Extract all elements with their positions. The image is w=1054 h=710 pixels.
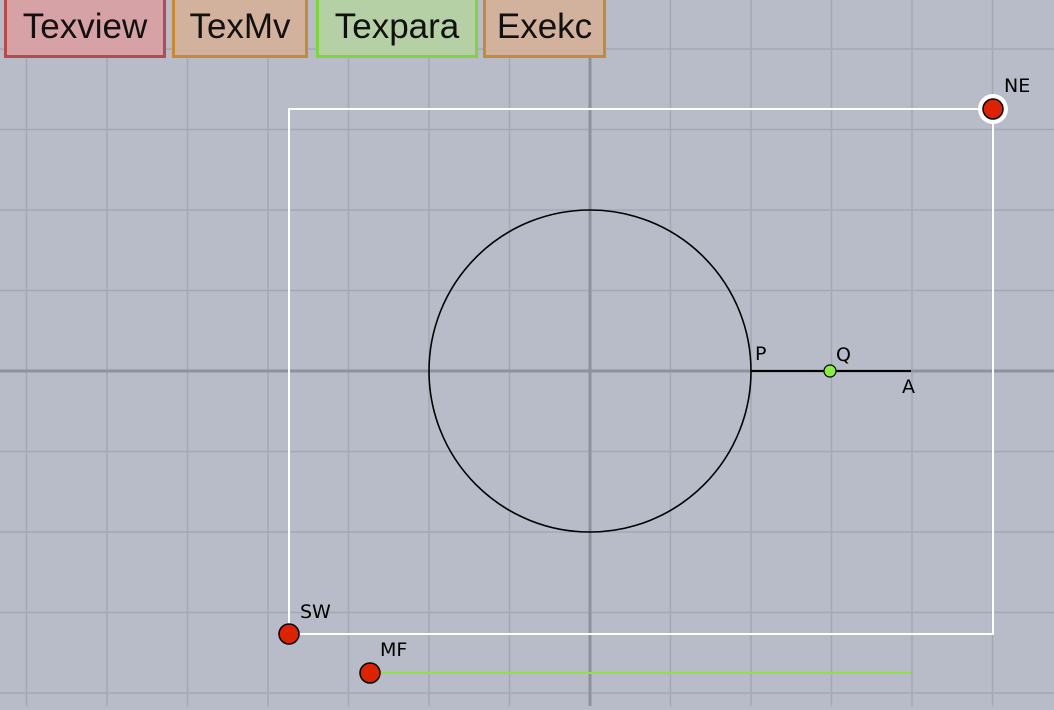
point-sw[interactable]: SW: [278, 601, 331, 645]
point-mf-dot[interactable]: [359, 662, 381, 684]
point-mf-label: MF: [380, 639, 407, 661]
drawing-board[interactable]: Q P A NE SW MF: [0, 0, 1054, 706]
grid-lines: [0, 0, 1054, 706]
exekc-button[interactable]: Exekc: [483, 0, 606, 58]
point-p-label: P: [755, 343, 766, 365]
texpara-button[interactable]: Texpara: [316, 0, 478, 58]
point-q-dot[interactable]: [823, 364, 837, 378]
point-ne-dot[interactable]: [982, 98, 1004, 120]
point-sw-dot[interactable]: [278, 623, 300, 645]
point-q-label: Q: [836, 344, 851, 366]
point-mf[interactable]: MF: [359, 639, 407, 684]
geometry-canvas[interactable]: Q P A NE SW MF Texview TexMv Texpara Exe…: [0, 0, 1054, 706]
point-sw-label: SW: [300, 601, 331, 623]
point-ne-label: NE: [1004, 75, 1030, 97]
point-ne[interactable]: NE: [978, 75, 1030, 124]
point-a-label: A: [902, 376, 915, 398]
texmv-button[interactable]: TexMv: [172, 0, 308, 58]
coordinate-axes: [0, 0, 1054, 706]
texview-button[interactable]: Texview: [4, 0, 166, 58]
